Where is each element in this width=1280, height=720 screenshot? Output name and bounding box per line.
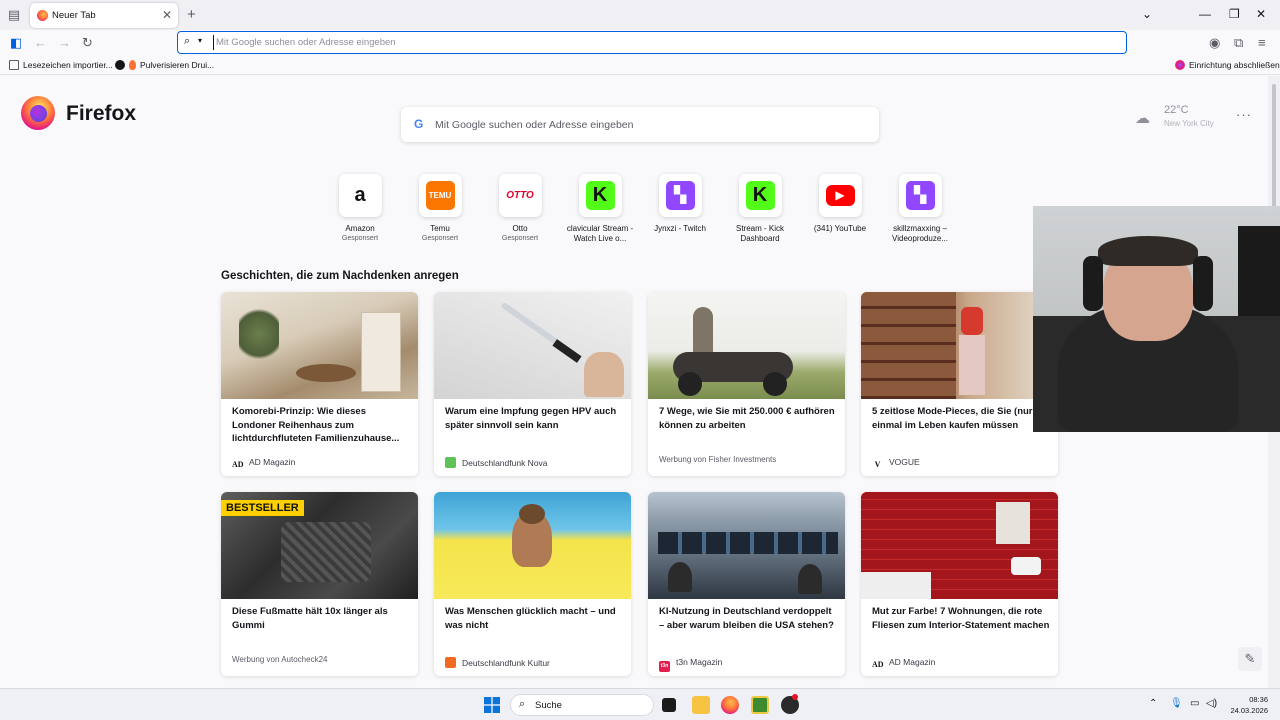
cloud-sun-icon: ☁	[1135, 110, 1150, 127]
deutschlandfunk-kultur-icon	[445, 657, 456, 668]
taskbar-search[interactable]: ⌕ Suche	[510, 694, 654, 716]
windows-start-icon[interactable]	[484, 697, 500, 713]
finish-setup-button[interactable]: Einrichtung abschließen	[1175, 60, 1280, 70]
kick-icon: K	[745, 181, 775, 210]
top-site-otto[interactable]: OTTO Otto Gesponsert	[480, 174, 560, 244]
nav-bar: ◧ ← → ↻ ⌕ ▾ ◉ ⧉ ≡	[0, 30, 1280, 57]
edit-pencil-icon[interactable]: ✎	[1238, 647, 1262, 671]
menu-icon[interactable]: ≡	[1258, 35, 1266, 50]
url-input[interactable]	[213, 35, 1093, 50]
story-card[interactable]: BESTSELLER Diese Fußmatte hält 10x länge…	[221, 492, 418, 676]
firefox-taskbar-icon[interactable]	[721, 696, 739, 714]
firefox-favicon-icon	[37, 10, 48, 21]
top-site-kick-clavicular[interactable]: K clavicular Stream - Watch Live o...	[560, 174, 640, 244]
story-image	[221, 292, 418, 399]
ad-magazin-icon: AD	[232, 459, 244, 470]
tab-list-icon[interactable]: ▤	[6, 7, 22, 23]
t3n-icon: t3n	[659, 661, 670, 672]
task-view-icon[interactable]	[662, 698, 676, 712]
back-arrow-icon[interactable]: ←	[34, 35, 47, 50]
story-card[interactable]: 7 Wege, wie Sie mit 250.000 € aufhören k…	[648, 292, 845, 476]
weather-temp: 22°C	[1164, 104, 1189, 116]
minecraft-icon[interactable]	[751, 696, 769, 714]
account-icon[interactable]: ◉	[1209, 35, 1220, 51]
story-card[interactable]: Komorebi-Prinzip: Wie dieses Londoner Re…	[221, 292, 418, 476]
recording-dot-icon	[792, 694, 798, 700]
window-close-icon[interactable]: ✕	[1256, 7, 1266, 21]
file-explorer-icon[interactable]	[692, 696, 710, 714]
restore-icon[interactable]: ❐	[1229, 7, 1240, 21]
story-image	[648, 492, 845, 599]
story-card[interactable]: Was Menschen glücklich macht – und was n…	[434, 492, 631, 676]
firefox-logo-icon	[1175, 60, 1185, 70]
stories-section-title: Geschichten, die zum Nachdenken anregen	[221, 270, 459, 282]
top-site-twitch-jynxzi[interactable]: ▚ Jynxzi - Twitch	[640, 174, 720, 234]
top-site-temu[interactable]: TEMU Temu Gesponsert	[400, 174, 480, 244]
network-icon[interactable]: ▭	[1190, 698, 1199, 709]
bookmarks-toolbar: Lesezeichen importier... Pulverisieren D…	[0, 57, 1280, 75]
deutschlandfunk-nova-icon	[445, 457, 456, 468]
story-image	[861, 292, 1058, 399]
top-site-kick-dashboard[interactable]: K Stream - Kick Dashboard	[720, 174, 800, 244]
bookmark-pulverisieren[interactable]: Pulverisieren Drui...	[115, 60, 214, 70]
newtab-search-box[interactable]: G	[401, 107, 879, 142]
story-image	[861, 492, 1058, 599]
google-icon: G	[414, 117, 424, 131]
temu-icon: TEMU	[425, 181, 455, 210]
story-image	[434, 492, 631, 599]
url-bar[interactable]: ⌕ ▾	[177, 31, 1127, 54]
youtube-icon: ▶	[825, 185, 855, 206]
bestseller-badge: BESTSELLER	[221, 500, 304, 516]
ad-magazin-icon: AD	[872, 659, 884, 670]
import-icon	[9, 60, 19, 70]
amazon-icon: a	[345, 181, 375, 210]
taskbar: ⌕ Suche ⌃ 🎙 ▭ ◁) 08:36 24.03.2026	[0, 688, 1280, 720]
flame-icon	[129, 60, 136, 70]
volume-icon[interactable]: ◁)	[1206, 698, 1217, 709]
kick-icon: K	[585, 181, 615, 210]
top-site-twitch-skillzmaxxing[interactable]: ▚ skillzmaxxing – Videoproduze...	[880, 174, 960, 244]
top-site-youtube[interactable]: ▶ (341) YouTube	[800, 174, 880, 234]
newtab-search-input[interactable]	[435, 117, 855, 133]
tab-overflow-chevron-icon[interactable]: ⌄	[1142, 7, 1152, 21]
close-icon[interactable]: ✕	[162, 8, 172, 22]
search-engine-chevron-icon[interactable]: ▾	[198, 36, 202, 45]
more-options-icon[interactable]: ···	[1236, 107, 1252, 122]
forward-arrow-icon[interactable]: →	[58, 35, 71, 50]
tab-strip: ▤ Neuer Tab ✕ + ⌄ — ❐ ✕	[0, 0, 1280, 30]
story-image	[648, 292, 845, 399]
search-icon: ⌕	[519, 698, 526, 710]
twitch-icon: ▚	[665, 181, 695, 210]
story-card[interactable]: Mut zur Farbe! 7 Wohnungen, die rote Fli…	[861, 492, 1058, 676]
otto-icon: OTTO	[505, 181, 535, 210]
new-tab-plus-icon[interactable]: +	[187, 6, 196, 23]
weather-city: New York City	[1164, 119, 1214, 128]
clock[interactable]: 08:36 24.03.2026	[1230, 694, 1268, 716]
story-card[interactable]: 5 zeitlose Mode-Pieces, die Sie (nur ein…	[861, 292, 1058, 476]
extensions-icon[interactable]: ⧉	[1234, 35, 1243, 51]
tab-new-tab[interactable]: Neuer Tab ✕	[30, 3, 178, 28]
webcam-overlay	[1033, 206, 1280, 432]
microphone-icon[interactable]: 🎙	[1170, 698, 1183, 709]
sidebar-toggle-icon[interactable]: ◧	[10, 35, 22, 51]
reload-icon[interactable]: ↻	[82, 35, 93, 51]
vogue-icon: V	[872, 459, 883, 470]
story-card[interactable]: KI-Nutzung in Deutschland verdoppelt – a…	[648, 492, 845, 676]
v-logo-icon	[115, 60, 125, 70]
search-icon[interactable]: ⌕	[184, 35, 190, 48]
story-card[interactable]: Warum eine Impfung gegen HPV auch später…	[434, 292, 631, 476]
firefox-logo-icon	[21, 96, 55, 130]
bookmark-import[interactable]: Lesezeichen importier...	[9, 60, 113, 70]
top-site-amazon[interactable]: a Amazon Gesponsert	[320, 174, 400, 244]
tray-chevron-up-icon[interactable]: ⌃	[1149, 698, 1157, 709]
twitch-icon: ▚	[905, 181, 935, 210]
tab-title: Neuer Tab	[52, 10, 96, 21]
story-image	[434, 292, 631, 399]
firefox-wordmark: Firefox	[66, 102, 137, 125]
minimize-icon[interactable]: —	[1199, 7, 1211, 21]
